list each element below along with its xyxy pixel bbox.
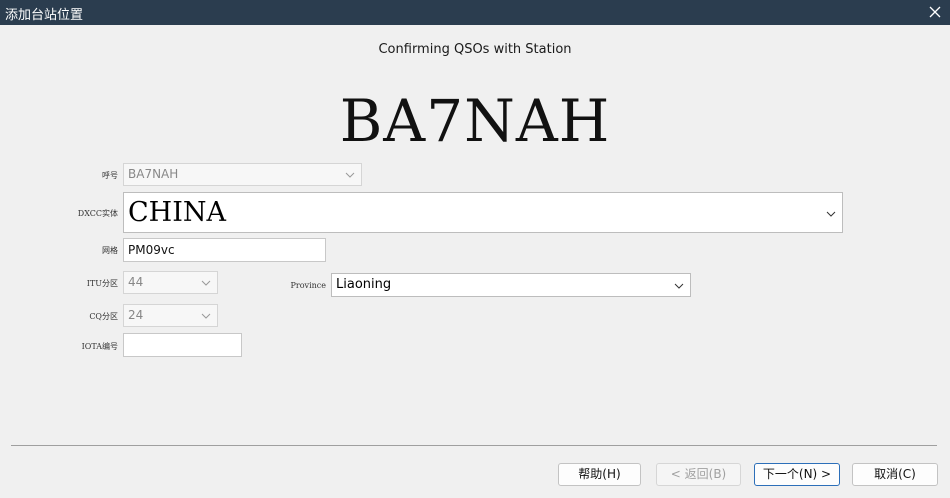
province-select[interactable]: Liaoning (331, 273, 691, 297)
province-label: Province (290, 281, 326, 290)
cancel-button[interactable]: 取消(C) (852, 463, 938, 486)
separator (11, 445, 937, 446)
back-button[interactable]: < 返回(B) (656, 463, 741, 486)
next-button[interactable]: 下一个(N) > (754, 463, 840, 486)
page-subtitle: Confirming QSOs with Station (378, 42, 572, 57)
close-icon[interactable] (926, 3, 944, 21)
title-bar: 添加台站位置 (0, 0, 950, 25)
cq-value: 24 (128, 308, 144, 322)
iota-input[interactable] (123, 333, 242, 357)
callsign-label: 呼号 (102, 171, 118, 180)
itu-value: 44 (128, 275, 144, 289)
province-value: Liaoning (336, 277, 392, 292)
itu-select[interactable]: 44 (123, 271, 218, 294)
callsign-select[interactable]: BA7NAH (123, 163, 362, 186)
callsign-display: BA7NAH (339, 87, 611, 155)
itu-label: ITU分区 (86, 279, 118, 288)
chevron-down-icon (674, 280, 684, 290)
iota-label: IOTA编号 (81, 342, 118, 351)
cq-label: CQ分区 (89, 312, 118, 321)
chevron-down-icon (826, 208, 836, 218)
dxcc-value: CHINA (128, 197, 226, 228)
chevron-down-icon (201, 310, 211, 320)
window-title: 添加台站位置 (5, 8, 84, 23)
dialog-body: Confirming QSOs with Station BA7NAH 呼号 B… (0, 25, 950, 498)
dxcc-select[interactable]: CHINA (123, 192, 843, 233)
dxcc-label: DXCC实体 (77, 209, 118, 218)
grid-input[interactable]: PM09vc (123, 238, 326, 262)
help-button[interactable]: 帮助(H) (558, 463, 641, 486)
chevron-down-icon (345, 169, 355, 179)
grid-label: 网格 (102, 246, 118, 255)
cq-select[interactable]: 24 (123, 304, 218, 327)
callsign-value: BA7NAH (128, 167, 179, 181)
grid-value: PM09vc (128, 243, 175, 257)
chevron-down-icon (201, 277, 211, 287)
